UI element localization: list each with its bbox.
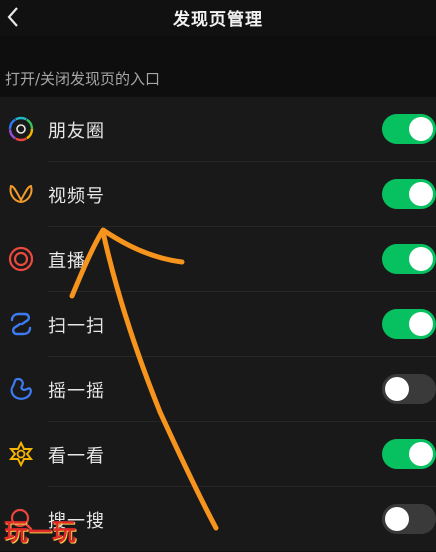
page-title: 发现页管理 [173,10,263,30]
toggle-knob [409,182,433,206]
discover-entry-list: 朋友圈 视频号 直播 扫一扫 摇一摇 看一看 搜一搜 [0,97,436,551]
top-stories-toggle[interactable] [382,439,436,469]
entry-row-channels: 视频号 [0,162,436,227]
channels-toggle[interactable] [382,179,436,209]
toggle-knob [409,442,433,466]
moments-icon [7,115,35,143]
entry-label: 视频号 [48,186,105,207]
shake-icon [7,375,35,403]
scan-icon [7,310,35,338]
header: 发现页管理 [0,0,436,36]
entry-label: 看一看 [48,446,105,467]
shake-toggle[interactable] [382,374,436,404]
toggle-knob [409,247,433,271]
entry-row-top-stories: 看一看 [0,422,436,487]
toggle-knob [385,377,409,401]
top-stories-icon [7,440,35,468]
entry-label: 扫一扫 [48,316,105,337]
live-toggle[interactable] [382,244,436,274]
entry-row-moments: 朋友圈 [0,97,436,162]
entry-row-shake: 摇一摇 [0,357,436,422]
toggle-knob [409,117,433,141]
live-icon [7,245,35,273]
scan-toggle[interactable] [382,309,436,339]
toggle-knob [385,507,409,531]
entry-label: 摇一摇 [48,381,105,402]
entry-label: 朋友圈 [48,121,105,142]
channels-icon [7,180,35,208]
moments-toggle[interactable] [382,114,436,144]
section-title: 打开/关闭发现页的入口 [5,70,161,88]
watermark-logo: 玩一玩 [4,517,76,546]
entry-row-scan: 扫一扫 [0,292,436,357]
search-toggle[interactable] [382,504,436,534]
entry-row-live: 直播 [0,227,436,292]
toggle-knob [409,312,433,336]
entry-label: 直播 [48,251,86,272]
